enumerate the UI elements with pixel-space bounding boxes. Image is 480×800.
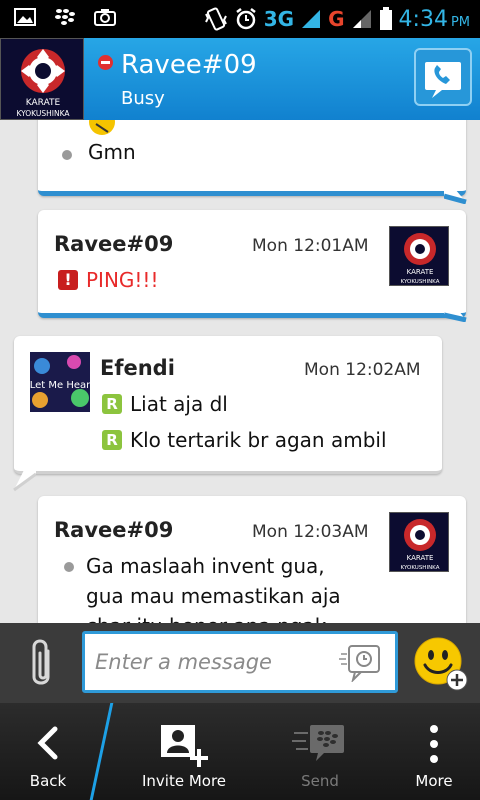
avatar-text: KARATE (407, 268, 434, 276)
album-art-icon: Let Me Hear (30, 352, 91, 412)
message-text: char itu bener apa ngak (86, 614, 326, 623)
avatar-text: KARATE (26, 98, 61, 108)
avatar-text-2: KYOKUSHINKA (401, 565, 440, 571)
bullet-icon (64, 562, 74, 572)
message-time: Mon 12:03AM (252, 522, 369, 542)
sender-name: Efendi (100, 356, 175, 380)
avatar-text-2: KYOKUSHINKA (16, 109, 70, 118)
signal-icon-2 (352, 10, 371, 28)
chat-header: KARATE KYOKUSHINKA Ravee#09 Busy (0, 38, 480, 120)
sender-avatar[interactable]: Let Me Hear (30, 352, 91, 412)
message-time: Mon 12:02AM (304, 360, 421, 380)
emoticon-button[interactable] (412, 635, 470, 693)
message-text: gua mau memastikan aja (86, 584, 341, 608)
bubble-tail (444, 292, 467, 322)
alarm-icon (236, 8, 256, 30)
karate-logo-icon: KARATE KYOKUSHINKA (390, 513, 448, 571)
message-input[interactable] (95, 644, 325, 680)
more-button[interactable]: More (390, 703, 478, 800)
message-bubble[interactable]: Ravee#09 Mon 12:03AM Ga maslaah invent g… (38, 496, 466, 623)
network-g-label: G (328, 7, 345, 31)
contact-status: Busy (121, 88, 165, 109)
overflow-menu-icon (430, 725, 438, 763)
more-label: More (415, 772, 453, 790)
signal-icon-1 (302, 10, 321, 28)
album-art-text: Let Me Hear (30, 380, 90, 391)
back-arrow-icon (37, 726, 58, 760)
ping-icon: ! (58, 270, 78, 290)
send-button[interactable]: Send (270, 703, 370, 800)
send-icon (292, 725, 344, 761)
bubble-tail (13, 446, 36, 492)
sender-avatar[interactable]: KARATE KYOKUSHINKA (389, 226, 449, 286)
message-text: Klo tertarik br agan ambil (130, 428, 387, 452)
message-time: Mon 12:01AM (252, 236, 369, 256)
busy-status-icon (98, 55, 113, 70)
status-bar: 3G G 4:34 PM (0, 0, 480, 38)
send-label: Send (301, 772, 339, 790)
battery-icon (379, 7, 392, 30)
back-label: Back (29, 772, 67, 790)
bottom-action-bar: Back Invite More Send More (0, 703, 480, 800)
call-button[interactable] (414, 48, 472, 106)
invite-more-label: Invite More (141, 772, 227, 790)
phone-icon (425, 62, 461, 98)
network-3g-label: 3G (263, 7, 295, 31)
sender-name: Ravee#09 (54, 518, 174, 542)
chat-area[interactable]: Gmn Ravee#09 Mon 12:01AM ! PING!!! KARAT… (0, 120, 480, 623)
karate-logo-icon: KARATE KYOKUSHINKA (390, 227, 448, 285)
avatar-text-2: KYOKUSHINKA (401, 279, 440, 285)
gallery-icon (14, 8, 36, 26)
vibrate-icon (204, 7, 227, 31)
ping-text: PING!!! (86, 268, 159, 292)
invite-contact-icon (161, 725, 208, 767)
clock: 4:34 PM (399, 7, 470, 32)
sender-avatar[interactable]: KARATE KYOKUSHINKA (389, 512, 449, 572)
contact-avatar[interactable]: KARATE KYOKUSHINKA (0, 38, 84, 120)
attachment-icon[interactable] (26, 637, 56, 691)
bubble-tail (444, 176, 467, 204)
compose-bar (0, 623, 480, 703)
read-receipt-icon: R (102, 430, 122, 450)
emoji-icon (89, 120, 115, 135)
message-text: Liat aja dl (130, 392, 228, 416)
karate-logo-icon: KARATE KYOKUSHINKA (1, 39, 83, 119)
message-text: Ga maslaah invent gua, (86, 554, 325, 578)
message-text: Gmn (88, 140, 136, 164)
clock-ampm: PM (450, 14, 470, 30)
message-bubble[interactable]: Ravee#09 Mon 12:01AM ! PING!!! KARATE KY… (38, 210, 466, 318)
message-input-box[interactable] (82, 631, 398, 693)
sender-name: Ravee#09 (54, 232, 174, 256)
invite-more-button[interactable]: Invite More (124, 703, 244, 800)
avatar-text: KARATE (407, 554, 434, 562)
camera-icon (94, 9, 116, 26)
message-bubble[interactable]: Gmn (38, 120, 466, 196)
read-receipt-icon: R (102, 394, 122, 414)
voice-note-icon[interactable] (339, 642, 383, 682)
blackberry-icon (55, 9, 75, 25)
contact-name: Ravee#09 (121, 50, 257, 80)
message-bubble[interactable]: Let Me Hear Efendi Mon 12:02AM R Liat aj… (14, 336, 442, 474)
back-button[interactable]: Back (0, 703, 96, 800)
bullet-icon (62, 150, 72, 160)
clock-time: 4:34 (398, 6, 448, 32)
